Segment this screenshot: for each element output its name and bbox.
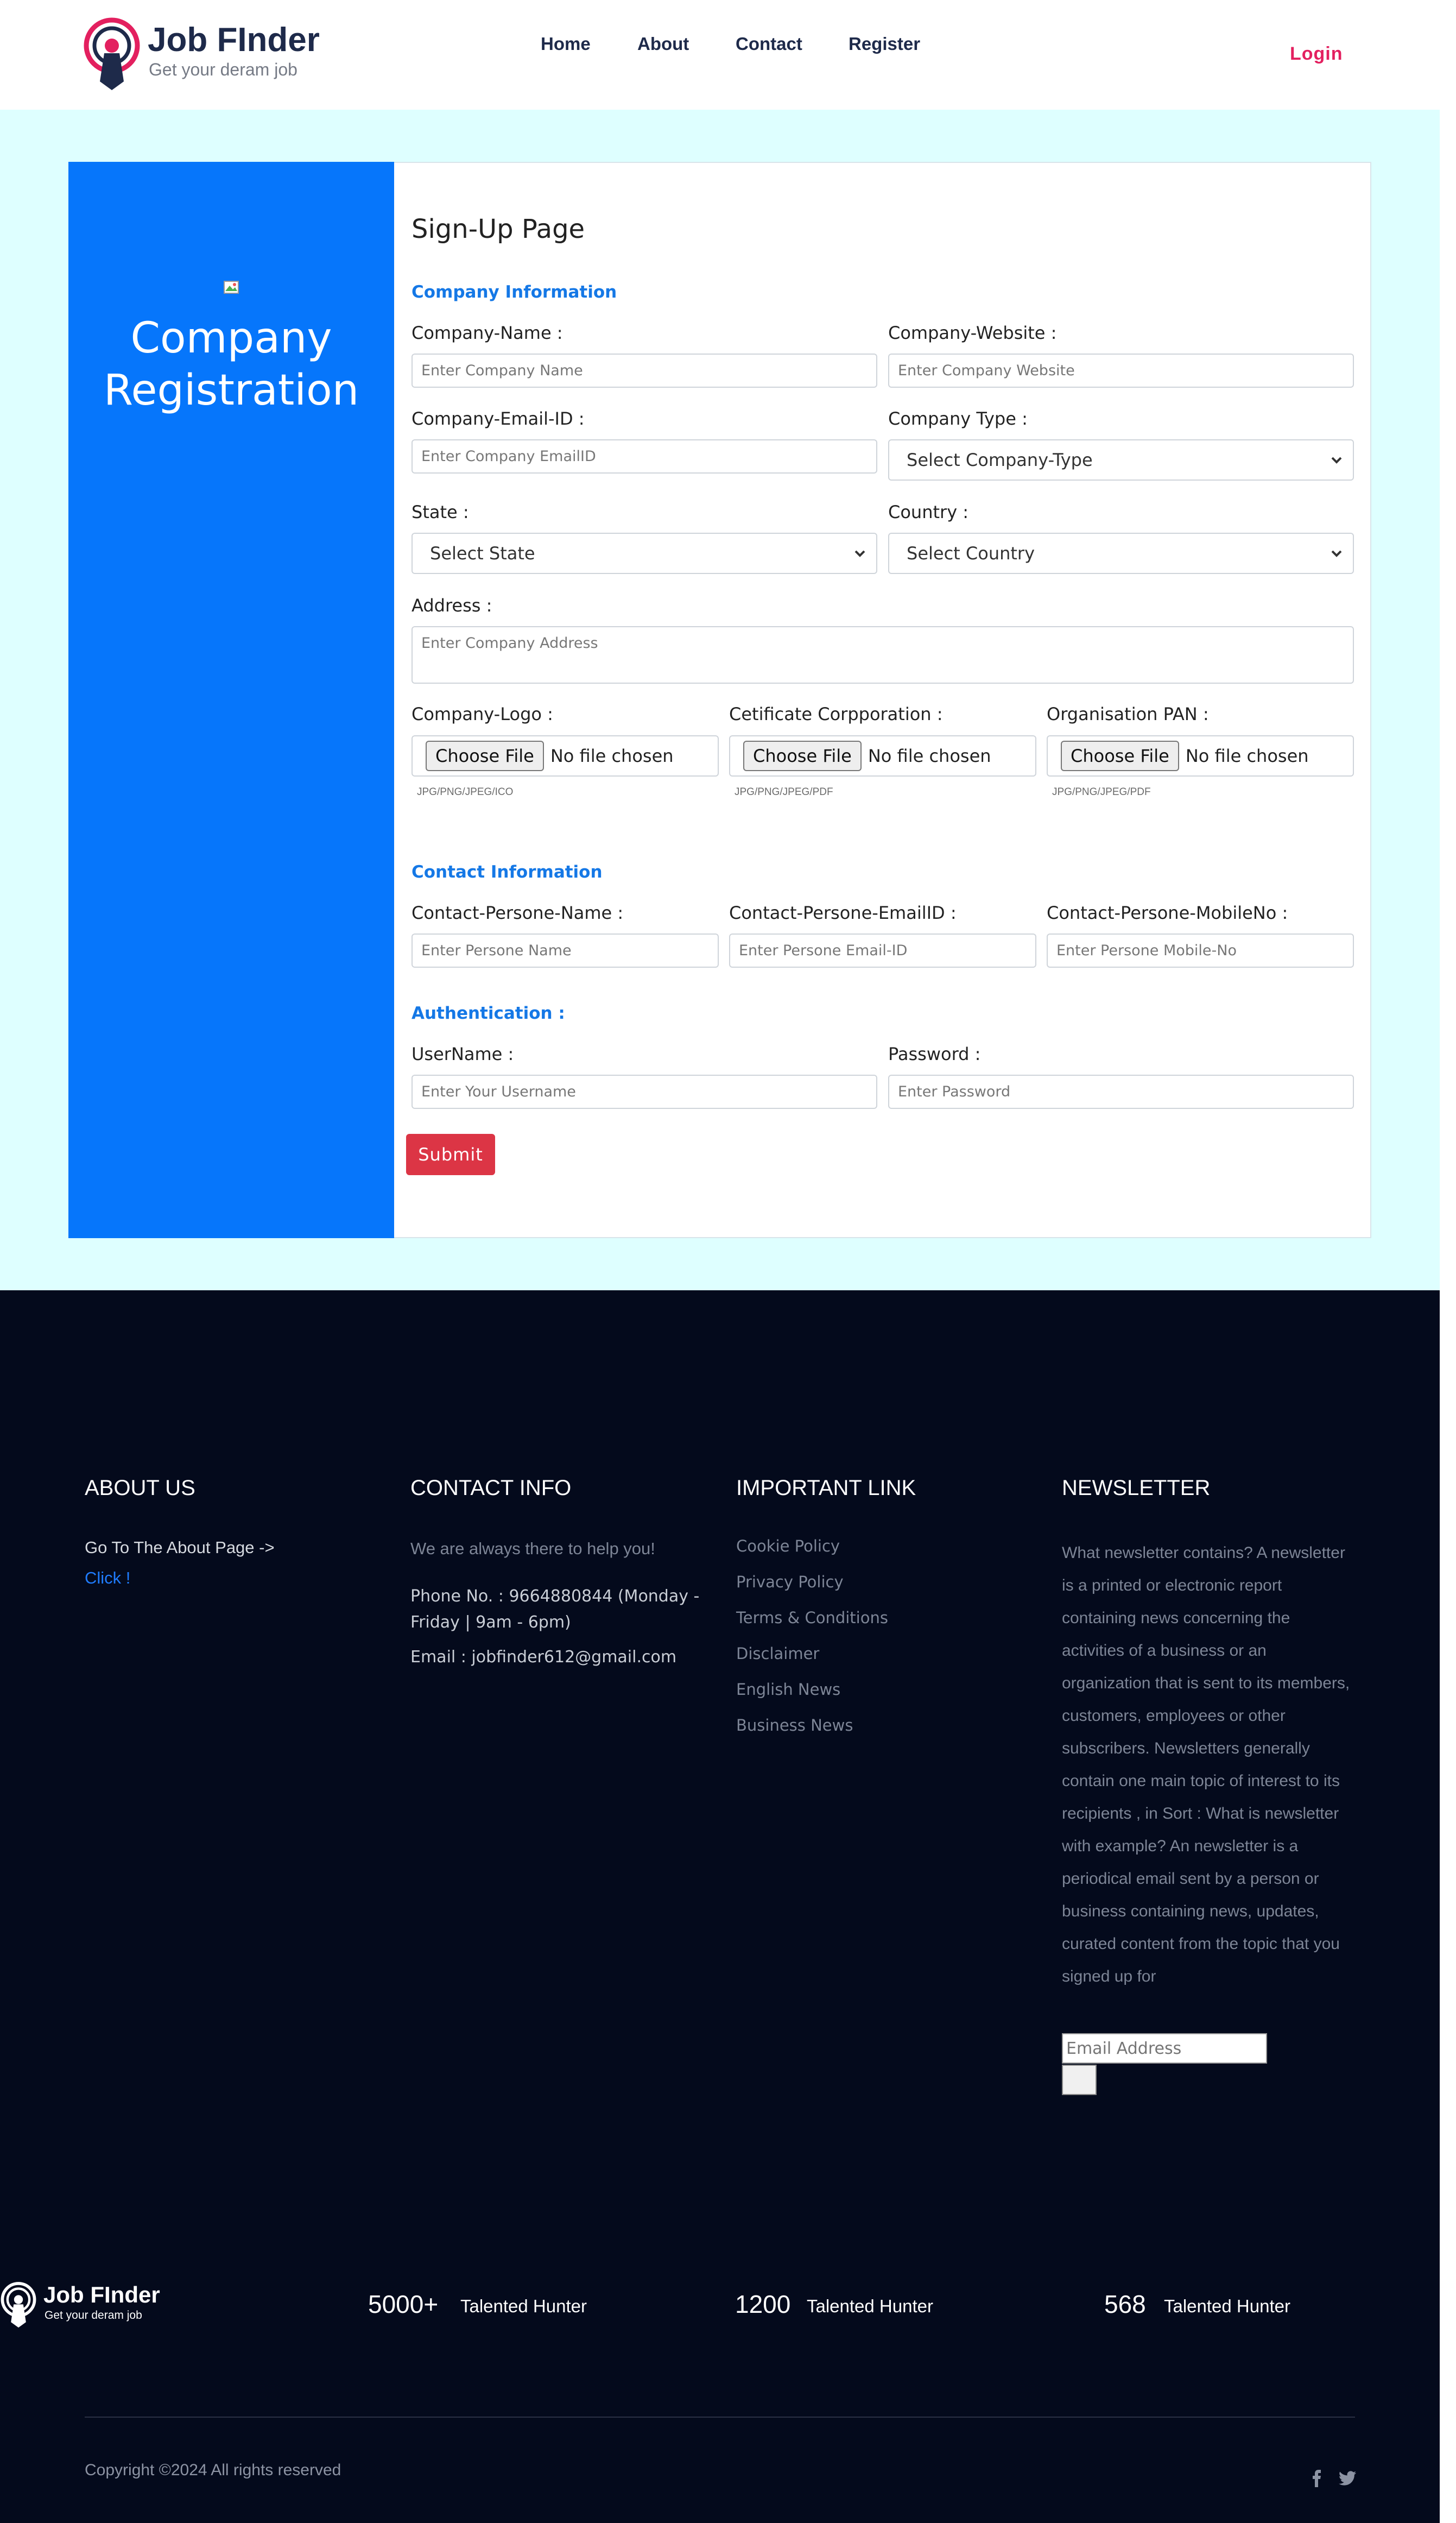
person-email-label: Contact-Persone-EmailID :: [729, 903, 957, 923]
about-text: Go To The About Page ->: [85, 1538, 275, 1557]
site-header: Job FInder Get your deram job Home About…: [0, 0, 1456, 110]
logo-format-hint: JPG/PNG/JPEG/ICO: [417, 786, 514, 798]
stat-label: Talented Hunter: [807, 2296, 933, 2316]
password-input[interactable]: [888, 1075, 1354, 1109]
state-label: State :: [412, 502, 469, 522]
username-input[interactable]: [412, 1075, 877, 1109]
certificate-format-hint: JPG/PNG/JPEG/PDF: [735, 786, 833, 798]
footer-brand-tagline: Get your deram job: [45, 2309, 142, 2322]
contact-phone: Phone No. : 9664880844 (Monday - Friday …: [410, 1587, 700, 1632]
no-file-text: No file chosen: [1185, 746, 1309, 766]
chevron-down-icon: [1331, 457, 1342, 464]
company-type-value: Select Company-Type: [907, 450, 1093, 470]
company-website-input[interactable]: [888, 354, 1354, 388]
stat-number: 1200: [735, 2290, 791, 2318]
company-logo-label: Company-Logo :: [412, 704, 553, 724]
stat-label: Talented Hunter: [460, 2296, 587, 2316]
broken-image-icon: [224, 281, 239, 294]
submit-button[interactable]: Submit: [406, 1134, 495, 1175]
nav-about[interactable]: About: [637, 34, 689, 54]
nav-register[interactable]: Register: [849, 34, 920, 54]
person-mobile-input[interactable]: [1047, 933, 1354, 968]
state-value: Select State: [430, 543, 535, 564]
person-email-input[interactable]: [729, 933, 1036, 968]
registration-sidebar: Company Registration: [68, 162, 394, 1238]
username-label: UserName :: [412, 1044, 514, 1064]
pan-file-input[interactable]: Choose File No file chosen: [1047, 735, 1354, 777]
stat-label: Talented Hunter: [1164, 2296, 1290, 2316]
sidebar-title-line2: Registration: [103, 366, 359, 415]
password-label: Password :: [888, 1044, 981, 1064]
link-disclaimer[interactable]: Disclaimer: [736, 1644, 819, 1663]
company-logo-file-input[interactable]: Choose File No file chosen: [412, 735, 719, 777]
pan-format-hint: JPG/PNG/JPEG/PDF: [1052, 786, 1151, 798]
chevron-down-icon: [1331, 550, 1342, 557]
link-terms[interactable]: Terms & Conditions: [736, 1609, 888, 1627]
nav-contact[interactable]: Contact: [736, 34, 802, 54]
person-mobile-label: Contact-Persone-MobileNo :: [1047, 903, 1288, 923]
copyright-text: Copyright ©2024 All rights reserved: [85, 2461, 341, 2479]
person-name-input[interactable]: [412, 933, 719, 968]
no-file-text: No file chosen: [868, 746, 991, 766]
important-links-heading: IMPORTANT LINK: [736, 1476, 916, 1500]
company-email-input[interactable]: [412, 439, 877, 474]
newsletter-heading: NEWSLETTER: [1062, 1476, 1211, 1500]
link-business-news[interactable]: Business News: [736, 1716, 853, 1734]
country-select[interactable]: Select Country: [888, 533, 1354, 574]
brand-mark-icon: [84, 17, 140, 90]
certificate-label: Cetificate Corpporation :: [729, 704, 943, 724]
newsletter-email-input[interactable]: [1062, 2033, 1267, 2064]
choose-file-button[interactable]: Choose File: [426, 741, 544, 771]
brand-name: Job FInder: [148, 21, 320, 59]
auth-section-heading: Authentication :: [412, 1004, 565, 1023]
contact-section-heading: Contact Information: [412, 862, 603, 882]
nav-home[interactable]: Home: [541, 34, 591, 54]
stat-number: 568: [1104, 2290, 1146, 2318]
newsletter-text: What newsletter contains? A newsletter i…: [1062, 1544, 1350, 1985]
stat-number: 5000+: [368, 2290, 439, 2318]
sidebar-title-line1: Company: [130, 314, 332, 363]
choose-file-button[interactable]: Choose File: [743, 741, 862, 771]
country-label: Country :: [888, 502, 969, 522]
state-select[interactable]: Select State: [412, 533, 877, 574]
twitter-icon[interactable]: [1339, 2471, 1356, 2486]
no-file-text: No file chosen: [550, 746, 674, 766]
person-name-label: Contact-Persone-Name :: [412, 903, 624, 923]
company-name-label: Company-Name :: [412, 323, 563, 343]
country-value: Select Country: [907, 543, 1035, 564]
certificate-file-input[interactable]: Choose File No file chosen: [729, 735, 1036, 777]
company-type-select[interactable]: Select Company-Type: [888, 439, 1354, 481]
about-heading: ABOUT US: [85, 1476, 195, 1500]
address-textarea[interactable]: [412, 626, 1354, 684]
contact-heading: CONTACT INFO: [410, 1476, 572, 1500]
link-english-news[interactable]: English News: [736, 1680, 840, 1699]
contact-email: Email : jobfinder612@gmail.com: [410, 1648, 677, 1667]
footer-brand-name: Job FInder: [43, 2282, 160, 2307]
company-section-heading: Company Information: [412, 282, 617, 302]
link-privacy-policy[interactable]: Privacy Policy: [736, 1573, 844, 1591]
company-type-label: Company Type :: [888, 408, 1028, 429]
company-email-label: Company-Email-ID :: [412, 408, 585, 429]
address-label: Address :: [412, 595, 492, 616]
brand-logo[interactable]: Job FInder Get your deram job: [83, 17, 320, 93]
company-name-input[interactable]: [412, 354, 877, 388]
newsletter-submit-button[interactable]: [1062, 2065, 1097, 2095]
facebook-icon[interactable]: [1311, 2470, 1324, 2487]
company-website-label: Company-Website :: [888, 323, 1057, 343]
footer-divider: [85, 2417, 1355, 2418]
footer-brand-logo[interactable]: Job FInder Get your deram job: [0, 2279, 163, 2331]
about-click-link[interactable]: Click !: [85, 1568, 130, 1588]
pan-label: Organisation PAN :: [1047, 704, 1209, 724]
choose-file-button[interactable]: Choose File: [1061, 741, 1179, 771]
brand-mark-icon: [1, 2282, 36, 2328]
contact-intro: We are always there to help you!: [410, 1539, 655, 1558]
login-button[interactable]: Login: [1290, 43, 1343, 65]
brand-tagline: Get your deram job: [149, 60, 297, 79]
chevron-down-icon: [854, 550, 865, 557]
link-cookie-policy[interactable]: Cookie Policy: [736, 1537, 840, 1555]
page-title: Sign-Up Page: [412, 214, 585, 244]
